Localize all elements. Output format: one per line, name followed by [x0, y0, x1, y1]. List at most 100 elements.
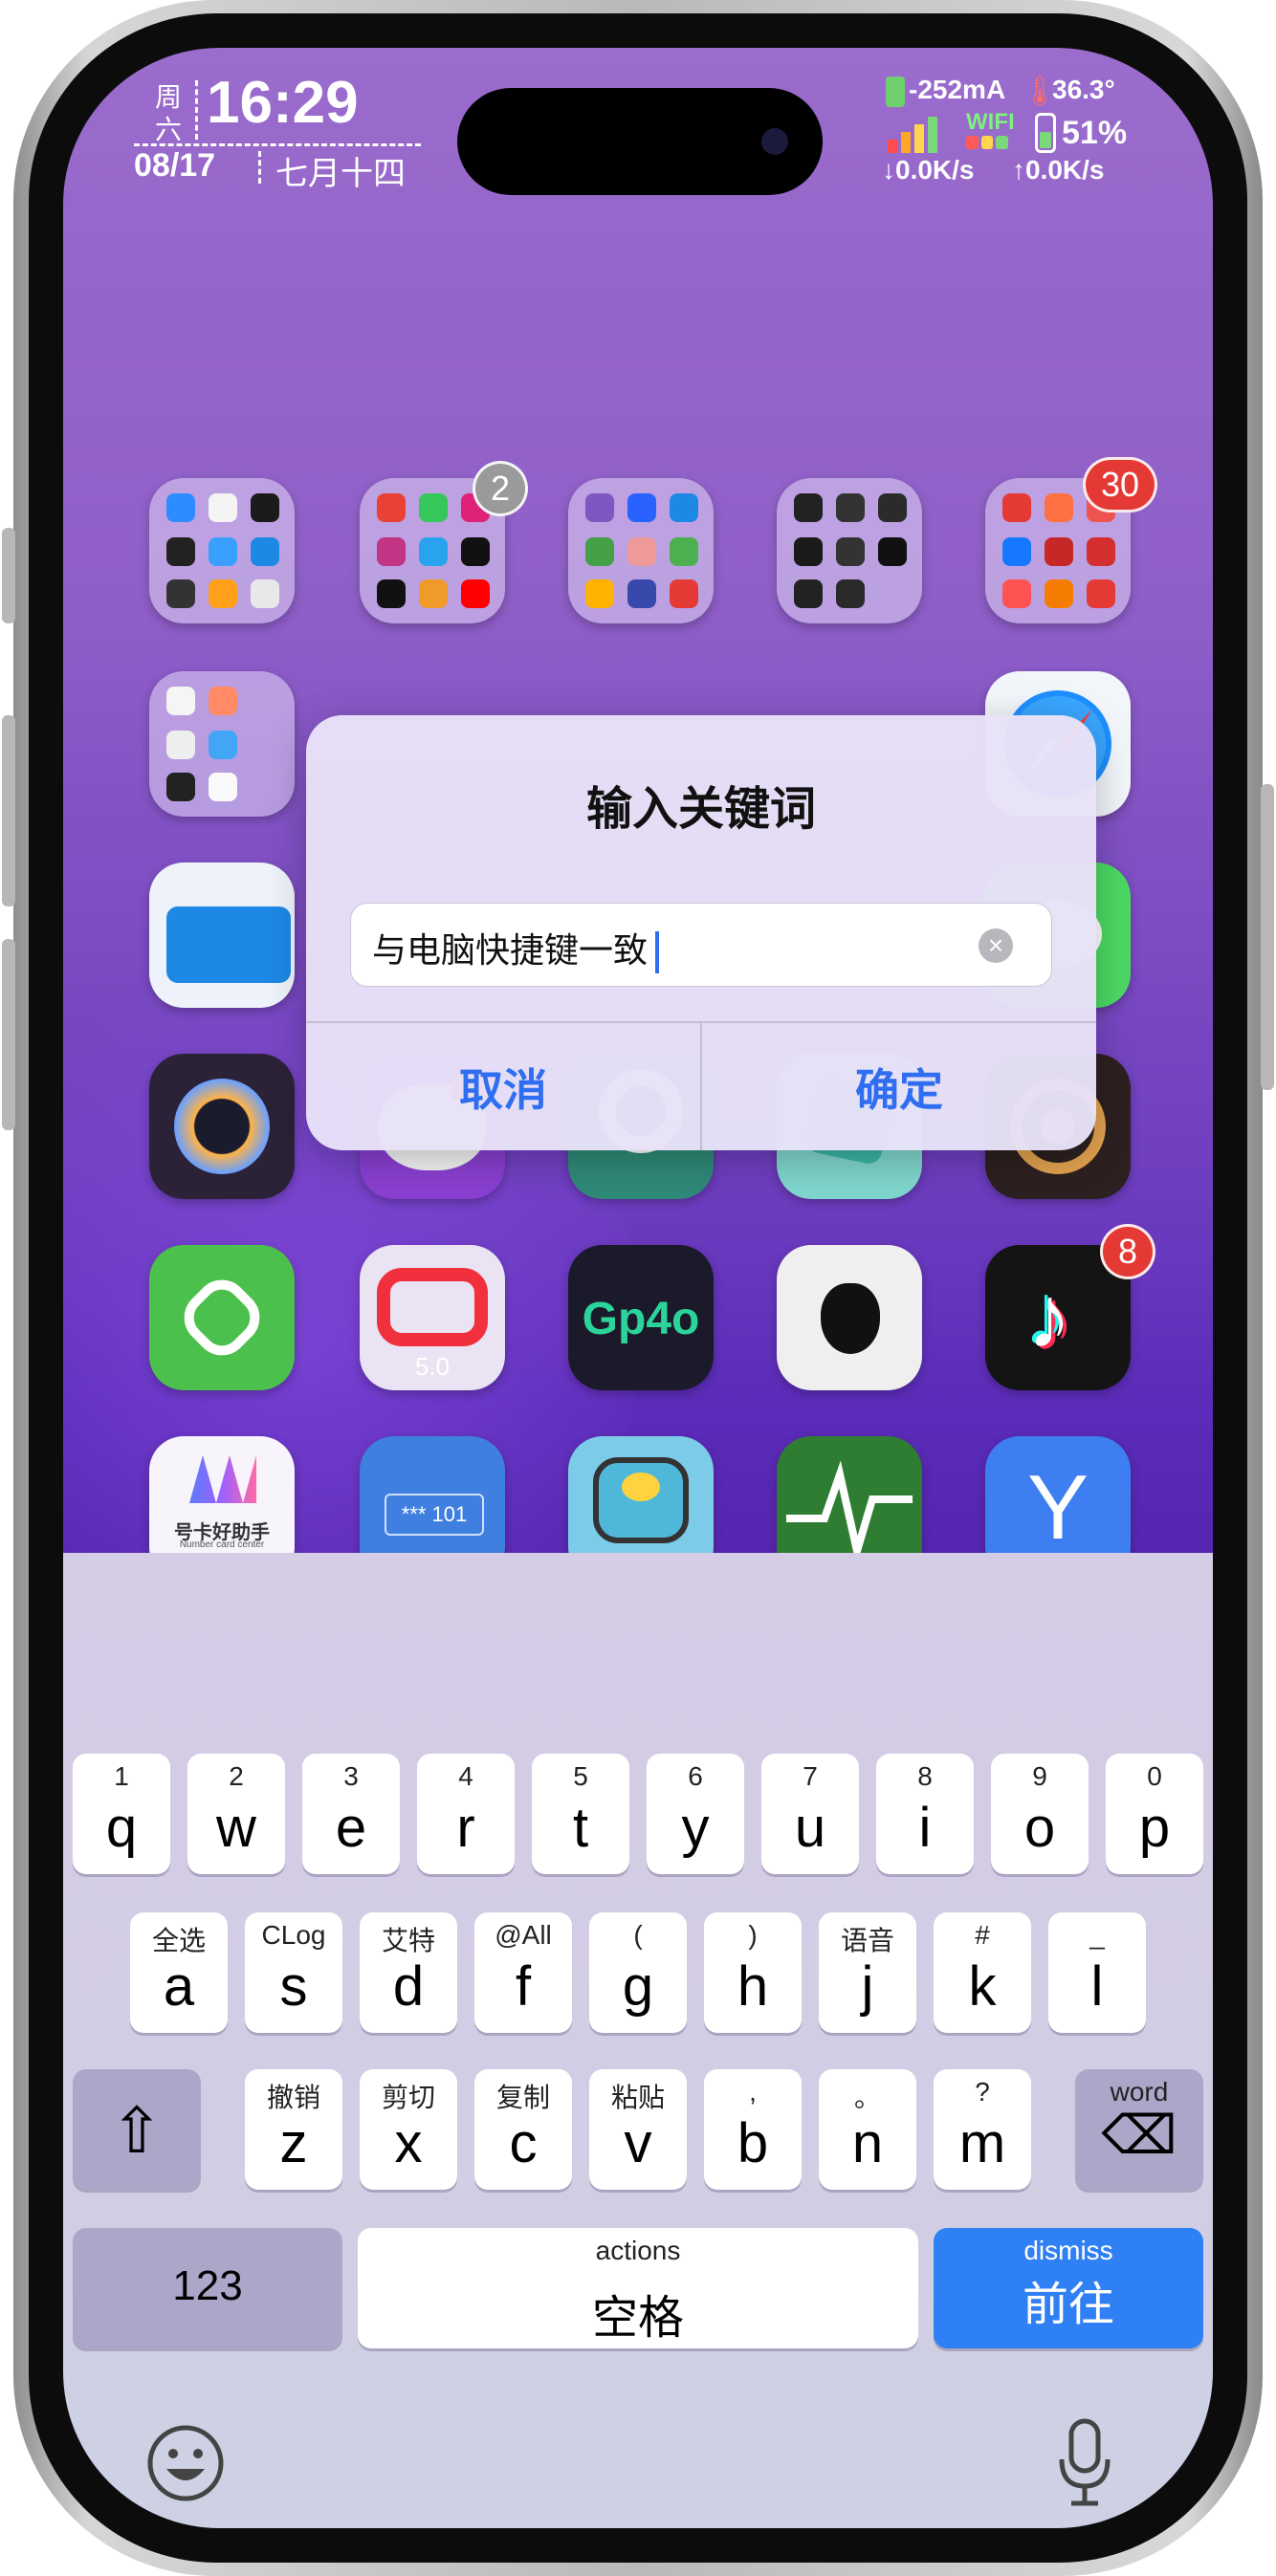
key-label: b [737, 2112, 769, 2174]
key-t[interactable]: 5t [532, 1754, 629, 1874]
battery-icon [1035, 113, 1056, 153]
go-hint: dismiss [1023, 2236, 1113, 2265]
key-x[interactable]: 剪切 x [360, 2069, 457, 2190]
key-hint: ( [633, 1920, 643, 1950]
app-folder-3[interactable] [568, 478, 714, 623]
key-v[interactable]: 粘贴 v [589, 2069, 687, 2190]
key-label: k [968, 1955, 997, 2018]
gp4o-label: Gp4o [582, 1294, 700, 1344]
key-g[interactable]: (g [589, 1912, 687, 2033]
key-e[interactable]: 3e [302, 1754, 400, 1874]
clock-time: 16:29 [207, 70, 359, 136]
tiktok-note-icon: ♪ [1027, 1269, 1071, 1366]
power-button [1261, 784, 1274, 1090]
key-hint: 1 [114, 1761, 129, 1791]
key-s[interactable]: CLog s [245, 1912, 342, 2033]
key-hint: _ [1089, 1920, 1105, 1950]
clear-icon[interactable]: × [979, 928, 1013, 963]
current-draw: -252mA [909, 75, 1006, 104]
screen: 周 六 16:29 08/17 七月十四 -252mA 🌡 36.3° WIFI… [63, 48, 1213, 2528]
go-key[interactable]: dismiss 前往 [934, 2228, 1203, 2348]
shift-key[interactable]: ⇧ [73, 2069, 201, 2190]
key-p[interactable]: 0p [1106, 1754, 1203, 1874]
date-underline [134, 143, 421, 146]
key-i[interactable]: 8i [876, 1754, 974, 1874]
key-u[interactable]: 7u [761, 1754, 859, 1874]
key-b[interactable]: ,b [704, 2069, 802, 2190]
cancel-button[interactable]: 取消 [306, 1023, 700, 1150]
signal-icon [888, 115, 949, 153]
key-j[interactable]: 语音 j [819, 1912, 916, 2033]
key-hint: , [749, 2077, 757, 2107]
key-hint: ) [748, 1920, 758, 1950]
emoji-icon[interactable] [145, 2423, 226, 2503]
confirm-button[interactable]: 确定 [702, 1023, 1096, 1150]
key-label: d [392, 1955, 425, 2018]
key-hint: ? [975, 2077, 990, 2107]
key-label: x [394, 2112, 423, 2174]
key-label: w [216, 1797, 256, 1859]
key-label: r [456, 1797, 475, 1859]
numbers-key-label: 123 [172, 2262, 243, 2309]
key-label: t [572, 1797, 589, 1859]
backspace-key[interactable]: word ⌫ [1075, 2069, 1203, 2190]
key-hint: 2 [229, 1761, 244, 1791]
time-separator [195, 80, 198, 140]
key-hint: 。 [853, 2083, 881, 2112]
quick-app[interactable]: 5.0 [360, 1245, 505, 1390]
key-r[interactable]: 4r [417, 1754, 515, 1874]
key-hint: 0 [1147, 1761, 1162, 1791]
key-l[interactable]: _ l [1048, 1912, 1146, 2033]
key-o[interactable]: 9o [991, 1754, 1089, 1874]
camera-icon [761, 128, 788, 155]
key-n[interactable]: 。 n [819, 2069, 916, 2190]
key-z[interactable]: 撤销 z [245, 2069, 342, 2190]
key-label: s [279, 1955, 308, 2018]
key-hint: 7 [803, 1761, 818, 1791]
key-f[interactable]: @All f [474, 1912, 572, 2033]
text-caret [655, 931, 660, 974]
key-label: a [163, 1955, 195, 2018]
files-app[interactable] [149, 862, 295, 1008]
date: 08/17 [134, 147, 216, 184]
key-w[interactable]: 2w [187, 1754, 285, 1874]
number-card-logo-icon [189, 1455, 256, 1503]
key-q[interactable]: 1q [73, 1754, 170, 1874]
key-label: g [622, 1955, 654, 2018]
battery-percent: 51% [1062, 115, 1128, 151]
gp4o-app[interactable]: Gp4o [568, 1245, 714, 1390]
app-folder-6[interactable] [149, 671, 295, 817]
key-hint: 粘贴 [610, 2083, 665, 2112]
key-label: m [958, 2112, 1006, 2174]
key-c[interactable]: 复制 c [474, 2069, 572, 2190]
wifi-strength-icon [966, 136, 1009, 149]
numbers-key[interactable]: 123 [73, 2228, 342, 2348]
key-a[interactable]: 全选 a [130, 1912, 228, 2033]
microphone-icon[interactable] [1054, 2417, 1115, 2509]
quick-app-version: 5.0 [414, 1352, 451, 1381]
key-hint: 艾特 [381, 1926, 435, 1955]
space-label: 空格 [591, 2293, 684, 2344]
key-hint: 6 [688, 1761, 703, 1791]
github-app[interactable] [149, 1054, 295, 1199]
tv-face-icon [377, 1268, 488, 1346]
key-label: f [515, 1955, 532, 2018]
key-k[interactable]: # k [934, 1912, 1031, 2033]
app-folder-1[interactable] [149, 478, 295, 623]
volume-down-button [2, 939, 15, 1130]
keyword-input[interactable]: 与电脑快捷键一致 × [350, 903, 1052, 987]
key-hint: 复制 [495, 2083, 550, 2112]
space-key[interactable]: actions 空格 [358, 2228, 918, 2348]
key-label: i [918, 1797, 932, 1859]
action-button [2, 528, 15, 623]
key-h[interactable]: ) h [704, 1912, 802, 2033]
key-label: e [335, 1797, 367, 1859]
apple-app[interactable] [777, 1245, 922, 1390]
key-d[interactable]: 艾特 d [360, 1912, 457, 2033]
key-y[interactable]: 6y [647, 1754, 744, 1874]
app-folder-4[interactable] [777, 478, 922, 623]
key-hint: CLog [261, 1920, 326, 1950]
keyboard: 1q2w3e4r5t6y7u8i9o0p 全选 a CLog s 艾特 d @All f(g)… [63, 1553, 1213, 2528]
clover-app[interactable] [149, 1245, 295, 1390]
key-m[interactable]: ? m [934, 2069, 1031, 2190]
